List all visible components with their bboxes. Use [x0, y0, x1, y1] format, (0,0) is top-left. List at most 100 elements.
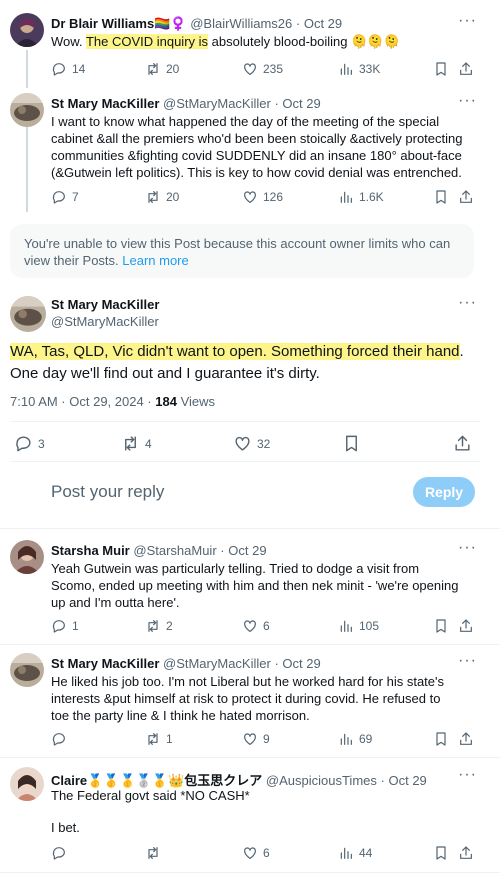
reply-icon — [52, 63, 65, 76]
bookmark-icon — [436, 190, 446, 204]
bookmark-icon — [436, 732, 446, 746]
retweet-button[interactable] — [145, 845, 166, 861]
more-icon[interactable]: ··· — [458, 294, 477, 312]
display-name[interactable]: St Mary MacKiller — [51, 656, 159, 671]
reply-button[interactable]: 3 — [14, 434, 45, 453]
share-button[interactable] — [458, 618, 474, 634]
like-button[interactable]: 9 — [242, 731, 270, 747]
retweet-icon — [148, 191, 158, 203]
reply-button[interactable] — [51, 845, 72, 861]
reply-button[interactable]: 14 — [51, 61, 85, 77]
divider — [0, 757, 500, 758]
views-button[interactable]: 1.6K — [338, 189, 384, 205]
share-button[interactable] — [458, 731, 474, 747]
reply-icon — [52, 620, 65, 633]
reply-icon — [52, 733, 65, 746]
retweet-button[interactable]: 1 — [145, 731, 173, 747]
more-icon[interactable]: ··· — [458, 766, 477, 784]
views-button[interactable]: 44 — [338, 845, 372, 861]
share-button[interactable] — [453, 434, 472, 453]
handle[interactable]: @StMaryMacKiller — [163, 96, 271, 111]
views-count: 184 — [155, 394, 177, 409]
tweet-text: The Federal govt said *NO CASH* — [51, 788, 250, 803]
bookmark-button[interactable] — [433, 731, 449, 747]
tweet-actions: 1 2 6 105 — [0, 618, 500, 636]
handle[interactable]: @StMaryMacKiller — [163, 656, 271, 671]
divider — [0, 528, 500, 529]
like-button[interactable]: 6 — [242, 845, 270, 861]
more-icon[interactable]: ··· — [458, 652, 477, 670]
bookmark-button[interactable] — [433, 61, 449, 77]
share-icon — [460, 732, 472, 745]
divider — [0, 872, 500, 873]
timestamp[interactable]: Oct 29 — [228, 543, 266, 558]
retweet-button[interactable]: 4 — [121, 434, 152, 453]
avatar[interactable] — [10, 767, 44, 801]
more-icon[interactable]: ··· — [458, 92, 477, 110]
display-name[interactable]: St Mary MacKiller — [51, 297, 159, 312]
bookmark-button[interactable] — [433, 189, 449, 205]
learn-more-link[interactable]: Learn more — [122, 253, 188, 268]
tweet-header: Starsha Muir @StarshaMuir · Oct 29 — [51, 543, 267, 558]
avatar[interactable] — [10, 296, 46, 332]
like-button[interactable]: 126 — [242, 189, 283, 205]
handle[interactable]: @StarshaMuir — [133, 543, 216, 558]
bookmark-button[interactable] — [433, 618, 449, 634]
main-post-name: St Mary MacKiller — [51, 297, 159, 312]
main-post-actions: 3 4 32 — [0, 434, 500, 452]
post-time[interactable]: 7:10 AM · Oct 29, 2024 · — [10, 394, 155, 409]
more-icon[interactable]: ··· — [458, 539, 477, 557]
share-button[interactable] — [458, 61, 474, 77]
tweet-text: He liked his job too. I'm not Liberal bu… — [51, 674, 445, 723]
retweet-button[interactable]: 2 — [145, 618, 173, 634]
heart-icon — [235, 436, 250, 451]
handle[interactable]: @BlairWilliams26 — [190, 16, 292, 31]
tweet-header: Dr Blair Williams🏳️‍🌈♀️ @BlairWilliams26… — [51, 16, 343, 31]
handle[interactable]: @AuspiciousTimes — [266, 773, 377, 788]
views-button[interactable]: 105 — [338, 618, 379, 634]
timestamp[interactable]: Oct 29 — [282, 96, 320, 111]
timestamp[interactable]: Oct 29 — [304, 16, 342, 31]
display-name[interactable]: Claire — [51, 773, 87, 788]
avatar[interactable] — [10, 540, 44, 574]
retweet-button[interactable]: 20 — [145, 61, 179, 77]
reply-button[interactable]: 7 — [51, 189, 79, 205]
retweet-button[interactable]: 20 — [145, 189, 179, 205]
share-icon — [460, 619, 472, 632]
views-icon — [340, 620, 352, 632]
bookmark-icon — [346, 435, 357, 452]
reply-input[interactable]: Post your reply — [51, 482, 164, 502]
share-icon — [460, 190, 472, 203]
display-name[interactable]: St Mary MacKiller — [51, 96, 159, 111]
avatar[interactable] — [10, 653, 44, 687]
handle[interactable]: @StMaryMacKiller — [51, 314, 159, 329]
bookmark-button[interactable] — [342, 434, 361, 453]
tweet-text: Yeah Gutwein was particularly telling. T… — [51, 561, 459, 610]
views-button[interactable]: 69 — [338, 731, 372, 747]
share-button[interactable] — [458, 845, 474, 861]
bookmark-button[interactable] — [433, 845, 449, 861]
more-icon[interactable]: ··· — [458, 12, 477, 30]
like-button[interactable]: 235 — [242, 61, 283, 77]
post-meta: 7:10 AM · Oct 29, 2024 · 184 Views — [10, 394, 216, 409]
display-name[interactable]: Starsha Muir — [51, 543, 130, 558]
avatar[interactable] — [10, 13, 44, 47]
main-post-text: WA, Tas, QLD, Vic didn't want to open. S… — [10, 343, 464, 382]
like-button[interactable]: 32 — [233, 434, 270, 453]
like-button[interactable]: 6 — [242, 618, 270, 634]
share-icon — [455, 435, 470, 451]
avatar[interactable] — [10, 93, 44, 127]
views-button[interactable]: 33K — [338, 61, 380, 77]
share-icon — [460, 846, 472, 859]
share-icon — [460, 62, 472, 75]
reply-button[interactable] — [51, 731, 72, 747]
tweet-text: I bet. — [51, 820, 80, 835]
reply-submit-button[interactable]: Reply — [413, 477, 475, 507]
display-name[interactable]: Dr Blair Williams — [51, 16, 154, 31]
timestamp[interactable]: Oct 29 — [282, 656, 320, 671]
reply-button[interactable]: 1 — [51, 618, 79, 634]
reply-icon — [16, 436, 31, 452]
share-button[interactable] — [458, 189, 474, 205]
heart-icon — [244, 620, 256, 632]
timestamp[interactable]: Oct 29 — [388, 773, 426, 788]
